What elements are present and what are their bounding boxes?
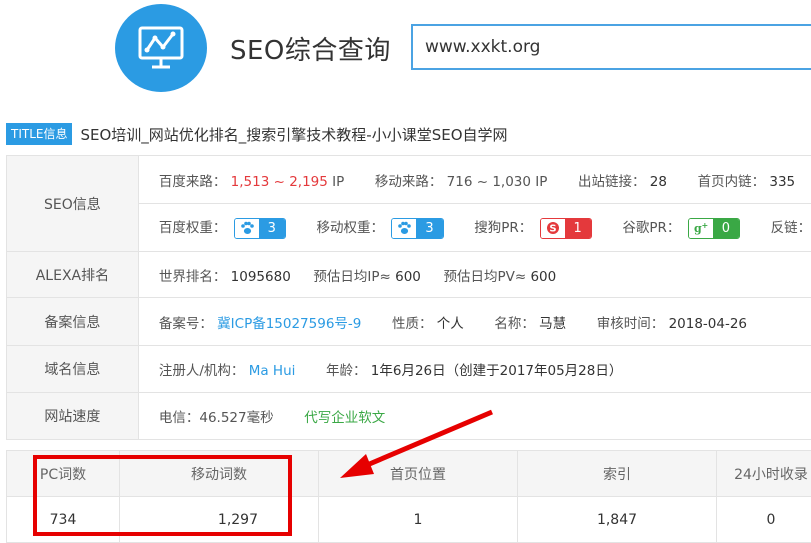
baidu-source-value[interactable]: 1,513 ~ 2,195 xyxy=(231,174,328,190)
baidu-weight-label: 百度权重： xyxy=(159,220,227,236)
sogou-pr-badge[interactable]: S 1 xyxy=(540,218,592,239)
est-ip-value: 600 xyxy=(395,269,421,285)
speed-label: 网站速度 xyxy=(7,393,139,440)
highlight-box xyxy=(33,455,292,536)
alexa-row: 世界排名： 1095680 预估日均IP≈ 600 预估日均PV≈ 600 xyxy=(138,252,811,298)
chart-monitor-icon xyxy=(137,25,185,71)
ad-link[interactable]: 代写企业软文 xyxy=(304,410,385,426)
search-input[interactable] xyxy=(413,26,805,68)
world-rank-value[interactable]: 1095680 xyxy=(231,269,291,285)
mobile-source-label: 移动来路： xyxy=(375,174,443,190)
icp-label: 备案信息 xyxy=(7,298,139,346)
domain-age-label: 年龄： xyxy=(326,363,367,379)
icp-row: 备案号： 冀ICP备15027596号-9 性质： 个人 名称： 马慧 审核时间… xyxy=(138,298,811,346)
backlinks-label: 反链： xyxy=(771,220,811,236)
speed-row: 电信：46.527毫秒 代写企业软文 xyxy=(138,393,811,440)
site-title-text: SEO培训_网站优化排名_搜索引擎技术教程-小小课堂SEO自学网 xyxy=(80,124,507,145)
baidu-source-unit: IP xyxy=(332,174,344,190)
homepage-links-label: 首页内链： xyxy=(698,174,766,190)
24h-indexed-value: 0 xyxy=(717,497,811,543)
24h-indexed-header: 24小时收录 xyxy=(717,451,811,497)
alexa-label: ALEXA排名 xyxy=(7,252,139,298)
domain-label: 域名信息 xyxy=(7,346,139,393)
svg-text:+: + xyxy=(701,221,708,230)
domain-row: 注册人/机构： Ma Hui 年龄： 1年6月26日（创建于2017年05月28… xyxy=(138,346,811,393)
icp-type-value: 个人 xyxy=(437,316,464,332)
seo-info-label: SEO信息 xyxy=(7,156,139,252)
google-plus-icon: g+ xyxy=(689,219,713,238)
telecom-speed: 电信：46.527毫秒 xyxy=(159,410,274,426)
icp-number-link[interactable]: 冀ICP备15027596号-9 xyxy=(217,316,361,332)
seo-weight-row: 百度权重： 3 移动权重： 3 搜狗PR： S 1 xyxy=(138,204,811,252)
google-pr-badge[interactable]: g+ 0 xyxy=(688,218,740,239)
icp-name-label: 名称： xyxy=(494,316,535,332)
homepage-links-value[interactable]: 335 xyxy=(769,174,795,190)
baidu-weight-badge[interactable]: 3 xyxy=(234,218,286,239)
icp-type-label: 性质： xyxy=(392,316,433,332)
mobile-weight-label: 移动权重： xyxy=(317,220,385,236)
homepage-position-header: 首页位置 xyxy=(319,451,518,497)
baidu-source-label: 百度来路： xyxy=(159,174,227,190)
homepage-position-value: 1 xyxy=(319,497,518,543)
registrant-label: 注册人/机构： xyxy=(159,363,245,379)
sogou-pr-label: 搜狗PR： xyxy=(474,220,532,236)
sogou-icon: S xyxy=(541,219,565,238)
icp-review-value: 2018-04-26 xyxy=(669,316,747,332)
page-title: SEO综合查询 xyxy=(230,30,391,67)
index-value[interactable]: 1,847 xyxy=(518,497,717,543)
domain-age-value: 1年6月26日（创建于2017年05月28日） xyxy=(371,363,623,379)
baidu-weight-value: 3 xyxy=(259,219,285,238)
paw-icon xyxy=(392,219,416,238)
est-ip-label: 预估日均IP≈ xyxy=(313,269,390,285)
seo-traffic-row: 百度来路： 1,513 ~ 2,195 IP 移动来路： 716 ~ 1,030… xyxy=(138,156,811,204)
outbound-links-value[interactable]: 28 xyxy=(650,174,667,190)
sogou-pr-value: 1 xyxy=(565,219,591,238)
icp-number-label: 备案号： xyxy=(159,316,213,332)
outbound-links-label: 出站链接： xyxy=(578,174,646,190)
seo-info-table: SEO信息 百度来路： 1,513 ~ 2,195 IP 移动来路： 716 ~… xyxy=(6,155,811,440)
world-rank-label: 世界排名： xyxy=(159,269,227,285)
site-logo xyxy=(115,4,207,92)
mobile-weight-badge[interactable]: 3 xyxy=(391,218,443,239)
registrant-link[interactable]: Ma Hui xyxy=(249,363,296,379)
google-pr-value: 0 xyxy=(713,219,739,238)
google-pr-label: 谷歌PR： xyxy=(622,220,680,236)
title-info-row: TITLE信息 SEO培训_网站优化排名_搜索引擎技术教程-小小课堂SEO自学网 xyxy=(6,123,508,145)
icp-review-label: 审核时间： xyxy=(597,316,665,332)
mobile-source-value: 716 ~ 1,030 IP xyxy=(447,174,548,190)
paw-icon xyxy=(235,219,259,238)
index-header: 索引 xyxy=(518,451,717,497)
search-box[interactable] xyxy=(411,24,811,70)
icp-name-value: 马慧 xyxy=(539,316,566,332)
mobile-weight-value: 3 xyxy=(416,219,442,238)
est-pv-value: 600 xyxy=(530,269,556,285)
est-pv-label: 预估日均PV≈ xyxy=(443,269,526,285)
svg-text:S: S xyxy=(549,224,556,235)
title-badge: TITLE信息 xyxy=(6,123,72,145)
